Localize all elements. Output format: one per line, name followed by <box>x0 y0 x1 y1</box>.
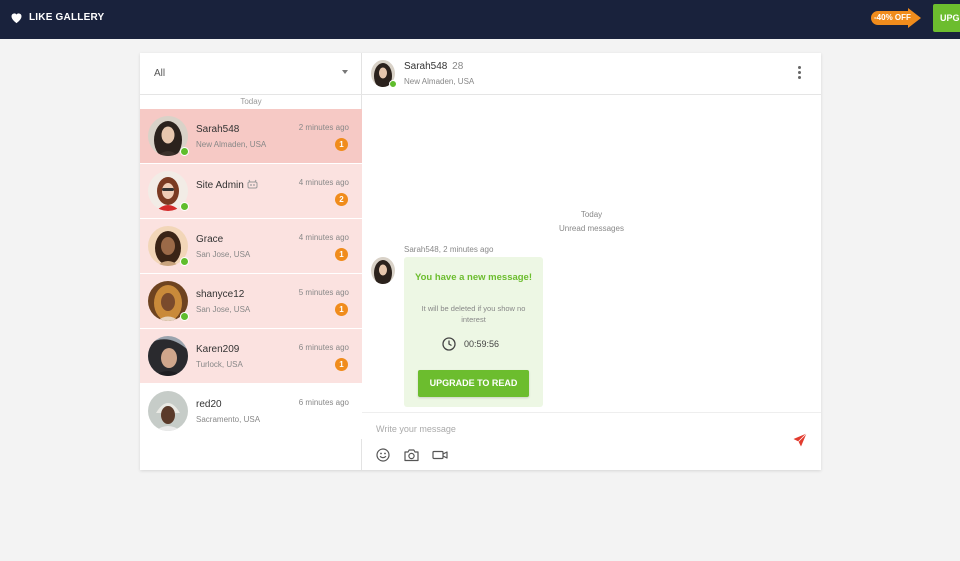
contact-name: Karen209 <box>196 344 240 355</box>
brand-logo[interactable]: LIKE GALLERY <box>9 10 104 25</box>
heart-icon <box>11 13 22 24</box>
contact-location: San Jose, USA <box>196 305 251 314</box>
conversation-item[interactable]: red20 Sacramento, USA 6 minutes ago <box>140 384 362 439</box>
message-composer <box>362 412 821 470</box>
message-meta: Sarah548, 2 minutes ago <box>404 245 494 254</box>
contact-name: shanyce12 <box>196 289 245 300</box>
unread-separator: Unread messages <box>559 224 624 233</box>
chat-name-text: Sarah548 <box>404 61 448 72</box>
contact-location: Turlock, USA <box>196 360 243 369</box>
messenger-card: All Today Sarah548 New Almaden, USA 2 mi… <box>140 53 821 470</box>
brand-name: LIKE GALLERY <box>29 12 105 23</box>
clock-icon <box>442 337 456 351</box>
upgrade-button[interactable]: UPG <box>933 4 960 32</box>
unread-count-badge: 1 <box>335 138 348 151</box>
caret-down-icon <box>342 70 348 74</box>
unread-count-badge: 2 <box>335 193 348 206</box>
day-separator: Today <box>580 210 603 219</box>
countdown-timer: 00:59:56 <box>442 337 499 351</box>
timer-value: 00:59:56 <box>464 339 500 349</box>
chat-panel: Sarah548 28 New Almaden, USA Today Unrea… <box>362 53 821 470</box>
smile-icon[interactable] <box>376 448 390 462</box>
more-options-icon[interactable] <box>795 66 803 82</box>
conversation-item[interactable]: Grace San Jose, USA 4 minutes ago 1 <box>140 219 362 274</box>
online-indicator <box>180 202 189 211</box>
conversation-item[interactable]: shanyce12 San Jose, USA 5 minutes ago 1 <box>140 274 362 329</box>
upgrade-to-read-button[interactable]: UPGRADE TO READ <box>418 370 529 397</box>
avatar <box>371 257 395 284</box>
chat-contact-age: 28 <box>452 61 464 72</box>
online-indicator <box>180 147 189 156</box>
chat-contact-name[interactable]: Sarah548 28 <box>404 61 463 72</box>
filter-selected: All <box>154 68 166 79</box>
filter-dropdown[interactable]: All <box>140 53 362 95</box>
message-time: 4 minutes ago <box>298 178 349 187</box>
message-time: 4 minutes ago <box>298 233 349 242</box>
locked-message-bubble: You have a new message! It will be delet… <box>404 257 543 407</box>
contact-name: Grace <box>196 234 224 245</box>
contact-name: Sarah548 <box>196 124 240 135</box>
conversation-panel: All Today Sarah548 New Almaden, USA 2 mi… <box>140 53 362 470</box>
unread-count-badge: 1 <box>335 358 348 371</box>
chat-header: Sarah548 28 New Almaden, USA <box>362 53 821 95</box>
online-indicator <box>389 80 397 88</box>
message-time: 5 minutes ago <box>298 288 349 297</box>
discount-text: -40% OFF <box>874 13 911 22</box>
unread-count-badge: 1 <box>335 303 348 316</box>
robot-icon <box>247 179 258 189</box>
message-subtitle: It will be deleted if you show no intere… <box>421 304 526 324</box>
top-bar: LIKE GALLERY -40% OFF UPG <box>0 0 960 39</box>
avatar <box>148 336 188 376</box>
video-icon[interactable] <box>432 448 448 462</box>
message-input[interactable] <box>376 421 756 437</box>
discount-badge[interactable]: -40% OFF <box>870 8 922 28</box>
online-indicator <box>180 312 189 321</box>
day-separator: Today <box>240 97 262 106</box>
unread-count-badge: 1 <box>335 248 348 261</box>
camera-icon[interactable] <box>404 448 419 462</box>
contact-name: Site Admin <box>196 179 258 191</box>
contact-location: San Jose, USA <box>196 250 251 259</box>
conversation-item[interactable]: Sarah548 New Almaden, USA 2 minutes ago … <box>140 109 362 164</box>
chat-contact-location: New Almaden, USA <box>404 77 475 86</box>
message-time: 6 minutes ago <box>298 343 349 352</box>
message-time: 6 minutes ago <box>298 398 349 407</box>
contact-location: Sacramento, USA <box>196 415 261 424</box>
send-icon[interactable] <box>793 433 807 447</box>
contact-location: New Almaden, USA <box>196 140 267 149</box>
message-time: 2 minutes ago <box>298 123 349 132</box>
message-title: You have a new message! <box>414 272 533 283</box>
avatar <box>148 391 188 431</box>
contact-name-text: Site Admin <box>196 180 244 191</box>
contact-name: red20 <box>196 399 222 410</box>
conversation-item[interactable]: Karen209 Turlock, USA 6 minutes ago 1 <box>140 329 362 384</box>
online-indicator <box>180 257 189 266</box>
conversation-item[interactable]: Site Admin 4 minutes ago 2 <box>140 164 362 219</box>
